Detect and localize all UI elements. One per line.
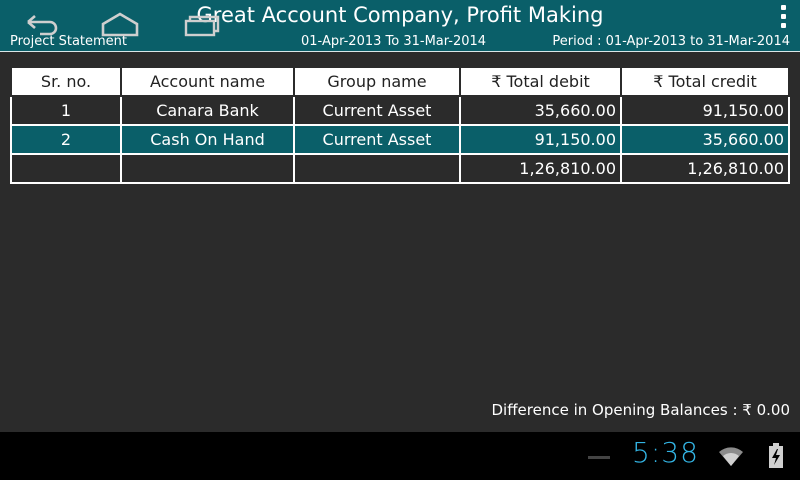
- totals-sr-no: [10, 153, 122, 184]
- cell-account-name: Cash On Hand: [120, 124, 295, 155]
- wifi-icon: [719, 447, 743, 466]
- recent-apps-icon[interactable]: [180, 8, 222, 40]
- table-header-row: Sr. no. Account name Group name ₹ Total …: [10, 66, 790, 97]
- date-range: 01-Apr-2013 To 31-Mar-2014: [301, 34, 487, 49]
- cell-account-name: Canara Bank: [120, 95, 295, 126]
- cell-group-name: Current Asset: [293, 95, 461, 126]
- clock: 5:38: [632, 436, 699, 469]
- opening-balance-difference: Difference in Opening Balances : ₹ 0.00: [491, 401, 790, 419]
- overflow-menu-icon[interactable]: [776, 4, 790, 30]
- total-debit-value: 1,26,810.00: [459, 153, 622, 184]
- cell-total-debit: 35,660.00: [459, 95, 622, 126]
- column-header-account-name: Account name: [120, 66, 295, 97]
- cell-sr-no: 1: [10, 95, 122, 126]
- column-header-sr-no: Sr. no.: [10, 66, 122, 97]
- cell-group-name: Current Asset: [293, 124, 461, 155]
- minimize-indicator-icon: [588, 456, 610, 459]
- cell-total-credit: 35,660.00: [620, 124, 790, 155]
- statement-table-container: Sr. no. Account name Group name ₹ Total …: [10, 66, 790, 184]
- back-icon[interactable]: [20, 8, 62, 40]
- totals-group-name: [293, 153, 461, 184]
- cell-total-debit: 91,150.00: [459, 124, 622, 155]
- totals-account-name: [120, 153, 295, 184]
- period-label: Period : 01-Apr-2013 to 31-Mar-2014: [552, 34, 790, 49]
- column-header-total-credit: ₹ Total credit: [620, 66, 790, 97]
- total-credit-value: 1,26,810.00: [620, 153, 790, 184]
- statement-table: Sr. no. Account name Group name ₹ Total …: [10, 66, 790, 184]
- home-icon[interactable]: [99, 8, 141, 40]
- totals-row: 1,26,810.00 1,26,810.00: [10, 153, 790, 184]
- battery-charging-icon: [769, 443, 783, 468]
- column-header-group-name: Group name: [293, 66, 461, 97]
- table-row-selected[interactable]: 2 Cash On Hand Current Asset 91,150.00 3…: [10, 124, 790, 155]
- column-header-total-debit: ₹ Total debit: [459, 66, 622, 97]
- cell-sr-no: 2: [10, 124, 122, 155]
- table-row[interactable]: 1 Canara Bank Current Asset 35,660.00 91…: [10, 95, 790, 126]
- cell-total-credit: 91,150.00: [620, 95, 790, 126]
- header-divider: [0, 51, 800, 52]
